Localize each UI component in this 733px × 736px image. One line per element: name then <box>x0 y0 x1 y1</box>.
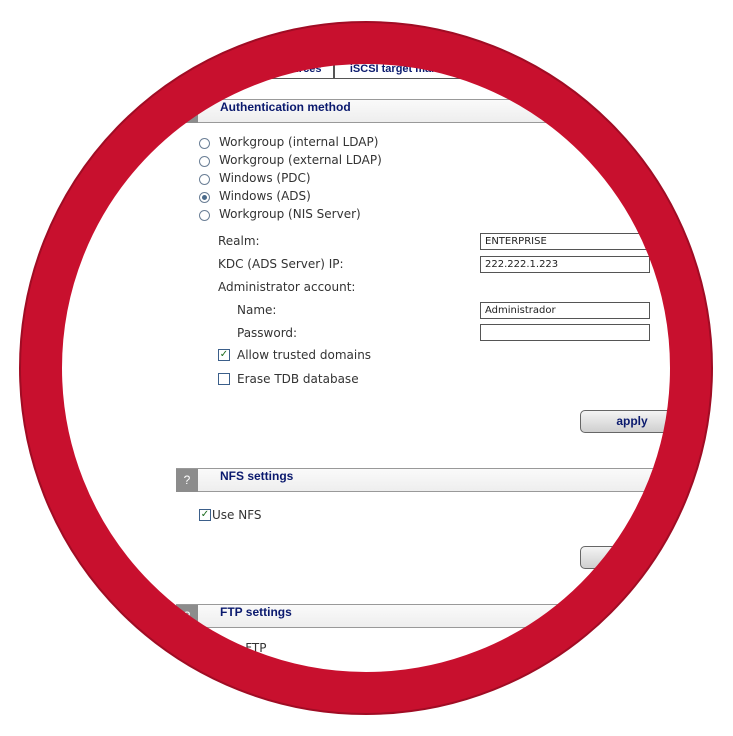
admin-password-input[interactable] <box>480 324 650 341</box>
ftp-port-label: FTP port: <box>216 664 270 678</box>
radio-label: Workgroup (internal LDAP) <box>219 135 379 149</box>
ftp-section-title: FTP settings <box>220 605 292 619</box>
radio-label: Windows (PDC) <box>219 171 311 185</box>
use-nfs-checkbox[interactable]: ✓ <box>199 509 211 521</box>
radio-workgroup-internal-ldap[interactable] <box>199 138 210 149</box>
radio-windows-ads[interactable] <box>199 192 210 203</box>
kdc-ip-input[interactable]: 222.222.1.223 <box>480 256 650 273</box>
realm-label: Realm: <box>218 234 260 248</box>
radio-label: Workgroup (external LDAP) <box>219 153 382 167</box>
trusted-domains-checkbox[interactable]: ✓ <box>218 349 230 361</box>
erase-tdb-label: Erase TDB database <box>237 372 359 386</box>
help-icon[interactable]: ? <box>176 469 198 492</box>
radio-label: Workgroup (NIS Server) <box>219 207 361 221</box>
radio-workgroup-external-ldap[interactable] <box>199 156 210 167</box>
use-nfs-label: Use NFS <box>212 508 262 522</box>
realm-input[interactable]: ENTERPRISE <box>480 233 650 250</box>
help-icon[interactable]: ? <box>176 100 198 123</box>
radio-workgroup-nis-server[interactable] <box>199 210 210 221</box>
auth-apply-button[interactable]: apply <box>580 410 684 433</box>
tab-maintenance-label: ANCE <box>319 35 354 49</box>
radio-windows-pdc[interactable] <box>199 174 210 185</box>
password-label: Password: <box>237 326 298 340</box>
use-ftp-checkbox[interactable]: ✓ <box>199 642 211 654</box>
erase-tdb-checkbox[interactable] <box>218 373 230 385</box>
ftp-section-header: ? FTP settings <box>176 604 733 628</box>
name-label: Name: <box>237 303 277 317</box>
nfs-apply-button[interactable]: apply <box>580 546 684 569</box>
kdc-label: KDC (ADS Server) IP: <box>218 257 344 271</box>
nas-admin-page: ANCE NAS resources iSCSI target manager … <box>0 0 733 736</box>
auth-section-title: Authentication method <box>220 100 351 114</box>
ftp-port-input[interactable]: 21 <box>480 662 650 679</box>
admin-name-input[interactable]: Administrador <box>480 302 650 319</box>
trusted-domains-label: Allow trusted domains <box>237 348 372 362</box>
tab-top-next[interactable] <box>396 26 528 51</box>
help-icon[interactable]: ? <box>176 605 198 628</box>
tab-iscsi-target-manager[interactable]: iSCSI target manager <box>334 58 477 79</box>
tab-fc[interactable]: FC <box>481 58 541 79</box>
nfs-section-title: NFS settings <box>220 469 294 483</box>
admin-account-label: Administrator account: <box>218 280 356 294</box>
radio-label: Windows (ADS) <box>219 189 311 203</box>
use-ftp-label: Use FTP <box>219 641 267 655</box>
nfs-section-header: ? NFS settings <box>176 468 733 492</box>
auth-section-header: ? Authentication method <box>176 99 733 123</box>
tab-nas-resources[interactable]: NAS resources <box>230 58 334 79</box>
footer-bar <box>240 704 540 736</box>
